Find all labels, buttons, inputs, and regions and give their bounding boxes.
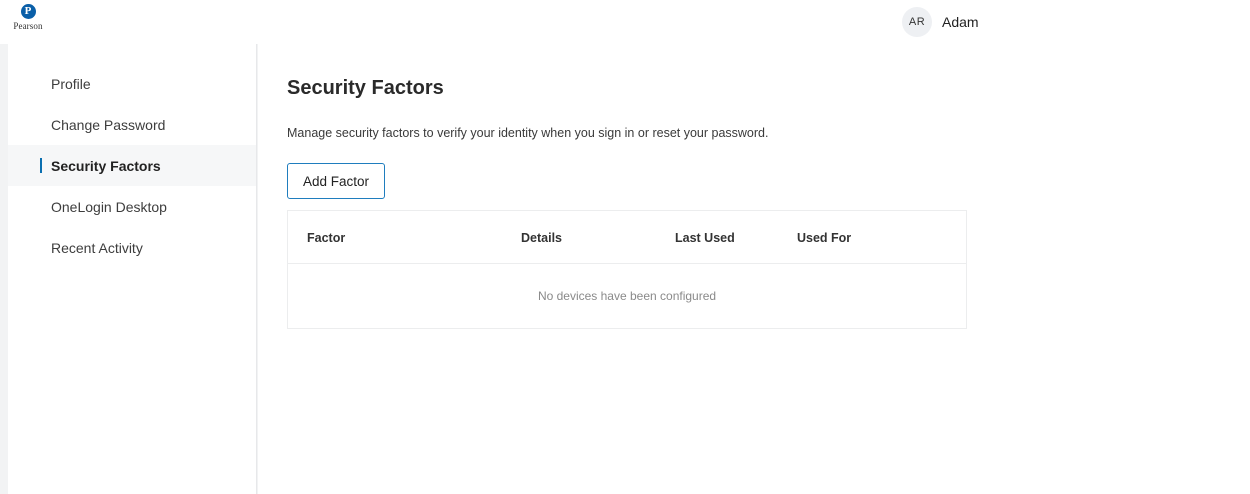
- factors-table: Factor Details Last Used Used For No dev…: [287, 210, 967, 329]
- sidebar-item-onelogin-desktop[interactable]: OneLogin Desktop: [8, 186, 256, 227]
- sidebar-item-change-password[interactable]: Change Password: [8, 104, 256, 145]
- column-header-last-used: Last Used: [675, 231, 735, 245]
- sidebar-item-label: Profile: [51, 75, 91, 92]
- sidebar-item-label: OneLogin Desktop: [51, 198, 167, 215]
- table-header: Factor Details Last Used Used For: [288, 211, 966, 264]
- page-description: Manage security factors to verify your i…: [287, 126, 769, 140]
- column-header-details: Details: [521, 231, 562, 245]
- column-header-used-for: Used For: [797, 231, 852, 245]
- user-menu[interactable]: AR Adam: [902, 6, 979, 38]
- empty-state-message: No devices have been configured: [537, 289, 717, 303]
- page-title: Security Factors: [287, 77, 444, 99]
- sidebar-item-label: Recent Activity: [51, 239, 143, 256]
- sidebar-item-recent-activity[interactable]: Recent Activity: [8, 227, 256, 268]
- sidebar-item-label: Security Factors: [51, 157, 161, 174]
- top-bar: P Pearson AR Adam: [0, 0, 1250, 44]
- add-factor-button[interactable]: Add Factor: [287, 163, 385, 199]
- column-header-factor: Factor: [307, 231, 346, 245]
- avatar[interactable]: AR: [902, 7, 932, 37]
- user-name[interactable]: Adam: [942, 14, 979, 30]
- main-content: Security Factors Manage security factors…: [258, 44, 1250, 494]
- pearson-logo[interactable]: P Pearson: [8, 4, 48, 36]
- logo-letter: P: [24, 5, 32, 17]
- active-indicator: [40, 158, 42, 173]
- sidebar: Profile Change Password Security Factors…: [8, 44, 257, 494]
- sidebar-item-profile[interactable]: Profile: [8, 63, 256, 104]
- pearson-logo-icon: P: [20, 4, 36, 19]
- sidebar-item-security-factors[interactable]: Security Factors: [8, 145, 256, 186]
- logo-text: Pearson: [13, 21, 43, 31]
- sidebar-item-label: Change Password: [51, 116, 166, 133]
